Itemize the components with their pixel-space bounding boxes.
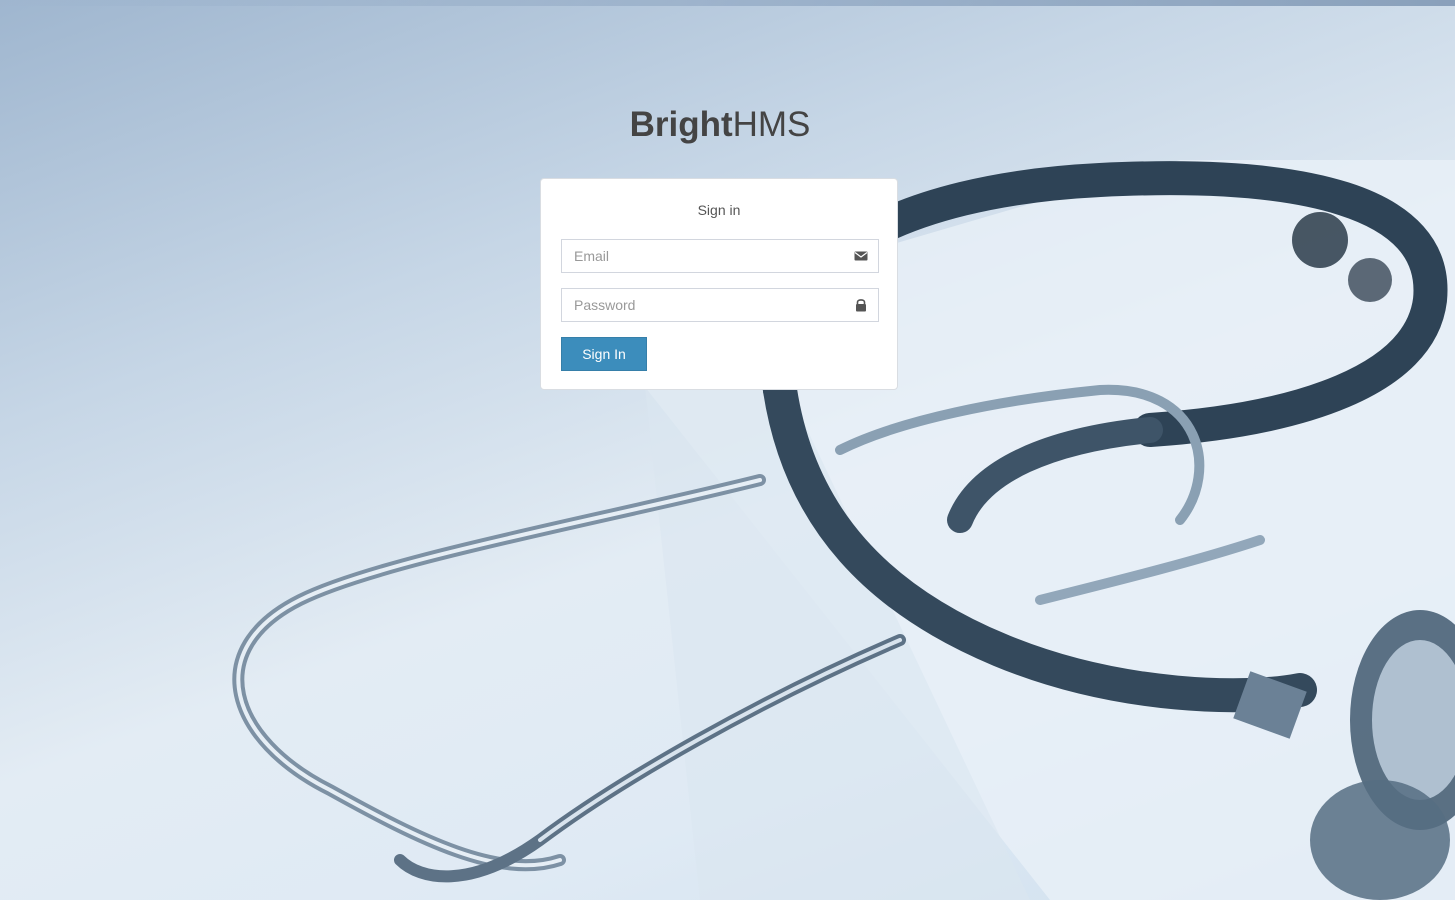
sign-in-button[interactable]: Sign In [561, 337, 647, 371]
logo-bold-text: Bright [629, 105, 733, 144]
lock-icon [856, 299, 866, 312]
login-box: Sign in Sign In [540, 178, 898, 390]
logo-light-text: HMS [732, 105, 811, 144]
password-input[interactable] [562, 289, 856, 321]
email-input[interactable] [562, 240, 856, 272]
login-box-message: Sign in [697, 202, 741, 218]
login-page: BrightHMS Sign in Sign In [0, 0, 1455, 900]
envelope-icon [854, 251, 868, 261]
email-field[interactable] [561, 239, 879, 273]
top-edge-strip [0, 0, 1455, 6]
app-logo[interactable]: BrightHMS [0, 105, 1440, 145]
password-field[interactable] [561, 288, 879, 322]
